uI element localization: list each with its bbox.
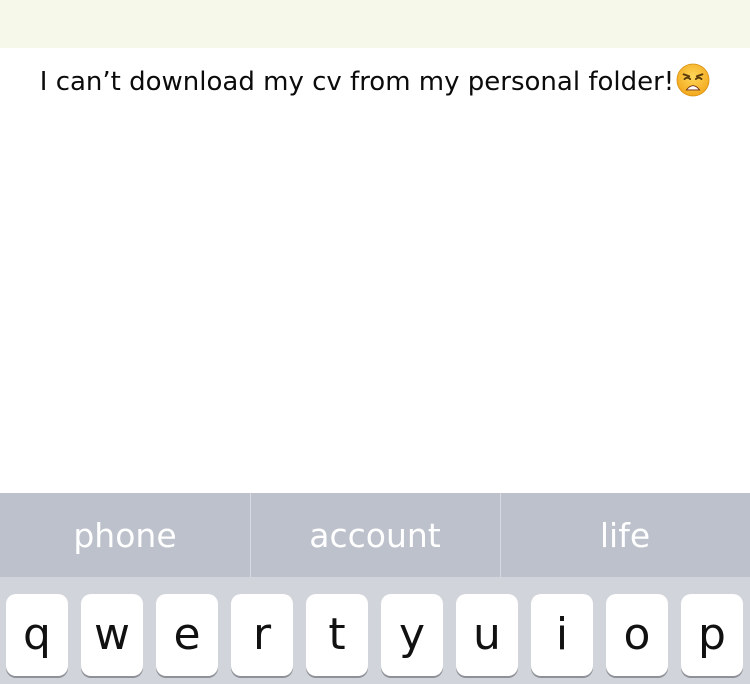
suggestion-phone[interactable]: phone	[0, 493, 250, 577]
message-text: I can’t download my cv from my personal …	[39, 67, 675, 97]
key-label: y	[398, 609, 426, 660]
key-label: r	[252, 609, 272, 660]
key-label: i	[555, 609, 569, 660]
key-label: o	[623, 609, 651, 660]
suggestion-label: account	[309, 515, 441, 555]
key-t[interactable]: t	[306, 594, 368, 676]
key-label: e	[173, 609, 201, 660]
predictive-text-bar: phone account life	[0, 493, 750, 577]
message-area[interactable]: I can’t download my cv from my personal …	[0, 48, 750, 493]
key-label: w	[94, 609, 130, 660]
key-w[interactable]: w	[81, 594, 143, 676]
key-i[interactable]: i	[531, 594, 593, 676]
key-q[interactable]: q	[6, 594, 68, 676]
suggestion-label: life	[599, 515, 651, 555]
key-label: u	[473, 609, 501, 660]
key-label: t	[328, 609, 346, 660]
key-label: p	[698, 609, 726, 660]
suggestion-life[interactable]: life	[500, 493, 750, 577]
key-e[interactable]: e	[156, 594, 218, 676]
key-u[interactable]: u	[456, 594, 518, 676]
key-p[interactable]: p	[681, 594, 743, 676]
keyboard: q w e r t y u i o p	[0, 577, 750, 684]
top-bar	[0, 0, 750, 48]
weary-face-emoji	[676, 63, 710, 97]
key-y[interactable]: y	[381, 594, 443, 676]
suggestion-label: phone	[73, 515, 177, 555]
suggestion-account[interactable]: account	[250, 493, 500, 577]
key-o[interactable]: o	[606, 594, 668, 676]
key-label: q	[23, 609, 51, 660]
key-r[interactable]: r	[231, 594, 293, 676]
message-line: I can’t download my cv from my personal …	[0, 62, 750, 102]
screen: I can’t download my cv from my personal …	[0, 0, 750, 684]
